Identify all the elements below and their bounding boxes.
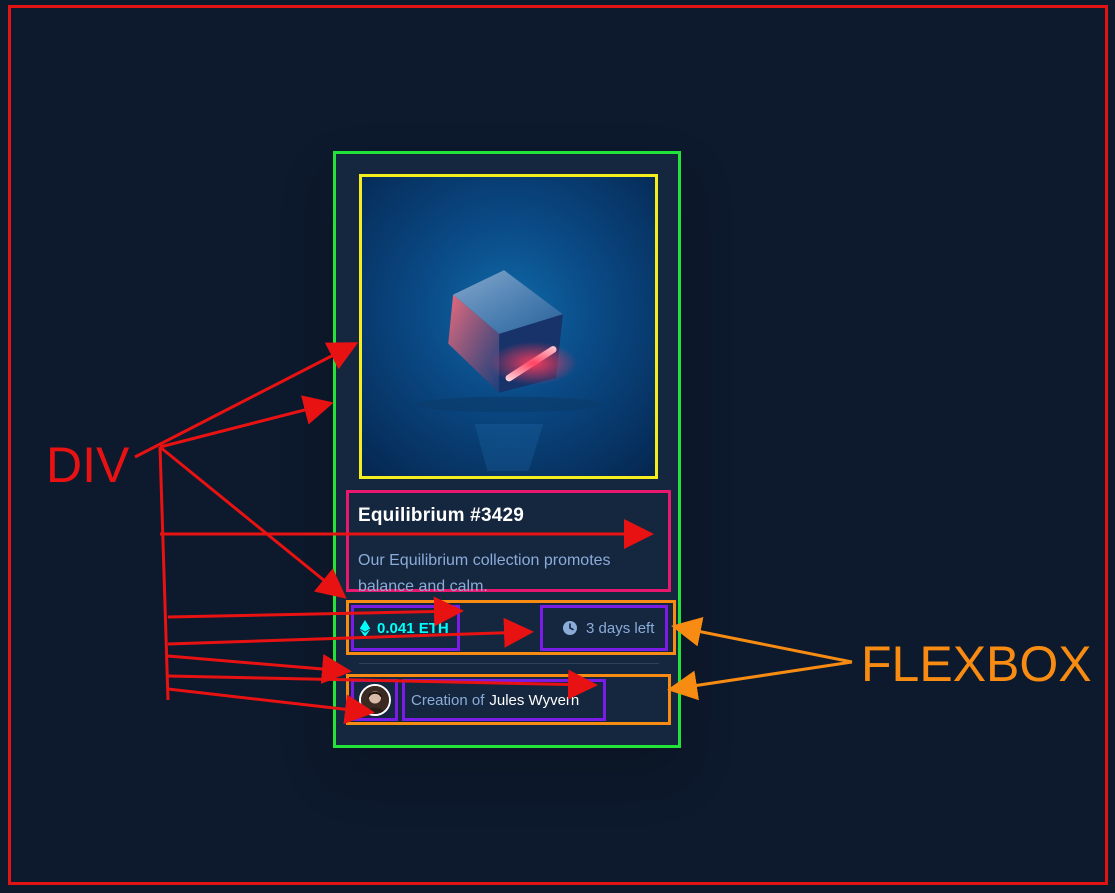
creation-prefix: Creation of <box>411 691 485 709</box>
avatar-image <box>360 686 389 714</box>
card-title[interactable]: Equilibrium #3429 <box>358 505 524 527</box>
clock-icon <box>563 621 577 635</box>
nft-image[interactable] <box>359 174 658 479</box>
div-annotation-label: DIV <box>46 437 130 493</box>
eth-price: 0.041 ETH <box>377 619 449 637</box>
cube-illustration <box>415 270 603 472</box>
creator-link[interactable]: Jules Wyvern <box>489 692 579 709</box>
time-box: 3 days left <box>540 605 668 651</box>
time-left: 3 days left <box>586 619 655 637</box>
price-row: 0.041 ETH 3 days left <box>346 600 676 655</box>
card-text-box: Equilibrium #3429 Our Equilibrium collec… <box>346 490 671 595</box>
creation-box: Creation of Jules Wyvern <box>402 679 606 721</box>
card-description: Our Equilibrium collection promotes bala… <box>358 552 611 595</box>
divider <box>359 663 659 664</box>
avatar <box>358 684 391 716</box>
nft-card: Equilibrium #3429 Our Equilibrium collec… <box>333 151 681 748</box>
creator-row: Creation of Jules Wyvern <box>346 674 671 725</box>
ethereum-icon <box>359 619 371 637</box>
price-box: 0.041 ETH <box>351 605 460 651</box>
flexbox-annotation-label: FLEXBOX <box>861 636 1092 692</box>
avatar-box <box>351 679 398 721</box>
